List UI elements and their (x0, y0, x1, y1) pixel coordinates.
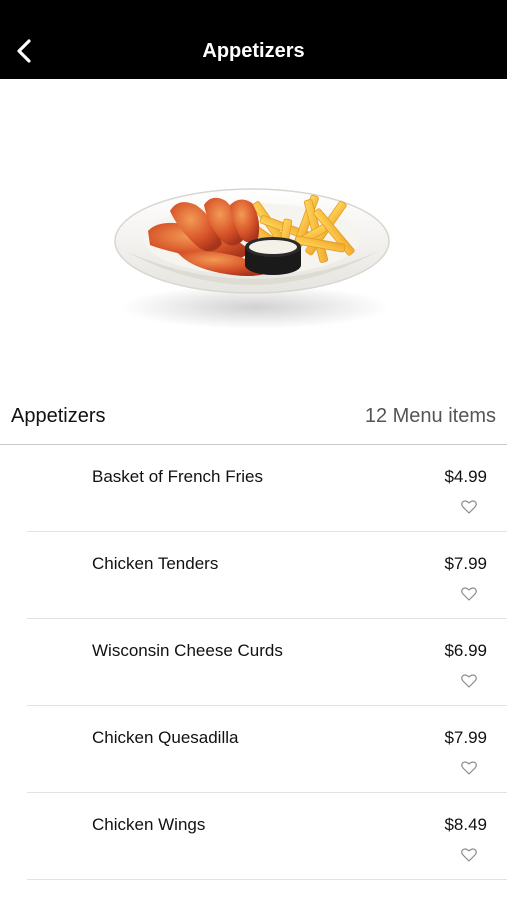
menu-item[interactable]: Chicken Quesadilla $7.99 (27, 706, 507, 793)
favorite-button[interactable] (460, 673, 478, 689)
favorite-button[interactable] (460, 586, 478, 602)
heart-outline-icon (461, 674, 477, 688)
favorite-button[interactable] (460, 499, 478, 515)
heart-outline-icon (461, 587, 477, 601)
menu-item-name: Chicken Quesadilla (92, 728, 239, 747)
menu-item-price: $4.99 (444, 467, 487, 486)
menu-item-price: $7.99 (444, 728, 487, 747)
menu-item[interactable]: Chicken Tenders $7.99 (27, 532, 507, 619)
menu-item-count: 12 Menu items (364, 405, 496, 427)
heart-outline-icon (461, 761, 477, 775)
favorite-button[interactable] (460, 760, 478, 776)
section-title: Appetizers (11, 405, 106, 427)
menu-item-name: Wisconsin Cheese Curds (92, 641, 283, 660)
menu-item-price: $7.99 (444, 554, 487, 573)
menu-item-price: $6.99 (444, 641, 487, 660)
menu-item[interactable]: Basket of French Fries $4.99 (27, 445, 507, 532)
page-title: Appetizers (202, 40, 305, 62)
nav-bar: Appetizers (0, 0, 507, 79)
menu-item[interactable]: Chicken Wings $8.49 (27, 793, 507, 880)
menu-item[interactable]: Wisconsin Cheese Curds $6.99 (27, 619, 507, 706)
food-plate-image (114, 188, 390, 329)
menu-item-name: Basket of French Fries (92, 467, 264, 486)
menu-item-name: Chicken Tenders (92, 554, 219, 573)
menu-item-name: Chicken Wings (92, 815, 206, 834)
favorite-button[interactable] (460, 847, 478, 863)
menu-item-price: $8.49 (444, 815, 487, 834)
hero-image (0, 79, 507, 389)
section-header: Appetizers 12 Menu items (0, 389, 507, 445)
heart-outline-icon (461, 848, 477, 862)
menu-list: Basket of French Fries $4.99 Chicken Ten… (0, 445, 507, 900)
heart-outline-icon (461, 500, 477, 514)
